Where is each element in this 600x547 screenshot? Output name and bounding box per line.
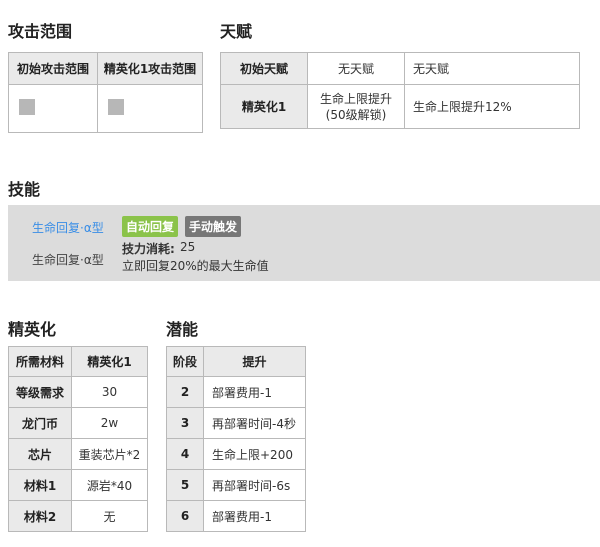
potential-cell: 再部署时间-6s [203, 469, 306, 501]
elite-cell: 无 [71, 500, 148, 532]
elite-row-label: 芯片 [8, 438, 72, 470]
talent-row-label: 初始天赋 [220, 52, 308, 85]
talent-row-label: 精英化1 [220, 84, 308, 129]
elite-cell: 重装芯片*2 [71, 438, 148, 470]
elite-table: 所需材料 精英化1 等级需求 30 龙门币 2w 芯片 重装芯片*2 材料1 源岩*40… [8, 346, 148, 532]
skill-description: 立即回复20%的最大生命值 [122, 259, 269, 273]
tag-auto-recovery: 自动回复 [122, 216, 179, 237]
elite-row-label: 龙门币 [8, 407, 72, 439]
skill-name-link[interactable]: 生命回复·α型 [32, 219, 104, 236]
elite-heading: 精英化 [8, 320, 57, 339]
skill-name: 生命回复·α型 [32, 253, 104, 267]
elite-header: 所需材料 [8, 346, 72, 377]
attack-range-header-elite1: 精英化1攻击范围 [97, 52, 203, 85]
potential-table: 阶段 提升 2 部署费用-1 3 再部署时间-4秒 4 生命上限+200 5 再部署时间… [166, 346, 306, 532]
talent-cell: 无天赋 [404, 52, 580, 85]
potential-stage: 5 [166, 469, 204, 501]
elite-row-label: 材料2 [8, 500, 72, 532]
elite-cell: 30 [71, 376, 148, 408]
potential-heading: 潜能 [166, 320, 199, 339]
potential-cell: 部署费用-1 [203, 500, 306, 532]
talent-cell: 无天赋 [307, 52, 405, 85]
skill-cost-value: 25 [180, 240, 196, 254]
elite-row-label: 等级需求 [8, 376, 72, 408]
elite-header: 精英化1 [71, 346, 148, 377]
skill-cost-label: 技力消耗: [122, 242, 175, 256]
attack-range-heading: 攻击范围 [8, 22, 73, 41]
potential-stage: 4 [166, 438, 204, 470]
skills-heading: 技能 [8, 180, 41, 199]
elite-cell: 源岩*40 [71, 469, 148, 501]
elite-row-label: 材料1 [8, 469, 72, 501]
range-square-icon [108, 99, 124, 115]
attack-range-header-initial: 初始攻击范围 [8, 52, 98, 85]
attack-range-elite1-cell [97, 84, 203, 133]
potential-stage: 2 [166, 376, 204, 408]
elite-cell: 2w [71, 407, 148, 439]
potential-cell: 部署费用-1 [203, 376, 306, 408]
talent-cell: 生命上限提升12% [404, 84, 580, 129]
range-square-icon [19, 99, 35, 115]
potential-stage: 3 [166, 407, 204, 439]
attack-range-initial-cell [8, 84, 98, 133]
talent-table: 初始天赋 无天赋 无天赋 精英化1 生命上限提升 (50级解锁) 生命上限提升1… [220, 52, 580, 129]
potential-header: 阶段 [166, 346, 204, 377]
tag-manual-trigger: 手动触发 [185, 216, 242, 237]
talent-cell: 生命上限提升 (50级解锁) [307, 84, 405, 129]
skill-panel: 生命回复·α型 生命回复·α型 自动回复 手动触发 技力消耗: 25 立即回复2… [8, 205, 600, 281]
potential-cell: 生命上限+200 [203, 438, 306, 470]
potential-stage: 6 [166, 500, 204, 532]
potential-cell: 再部署时间-4秒 [203, 407, 306, 439]
attack-range-table: 初始攻击范围 精英化1攻击范围 [8, 52, 203, 133]
talent-heading: 天赋 [220, 22, 253, 41]
potential-header: 提升 [203, 346, 306, 377]
